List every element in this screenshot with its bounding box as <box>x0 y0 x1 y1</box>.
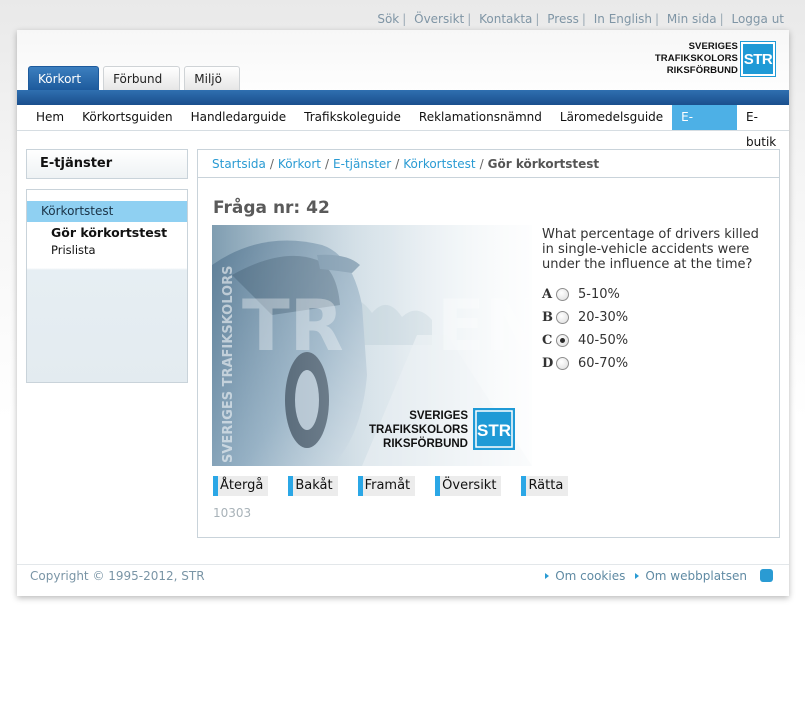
radio-button[interactable] <box>556 311 569 324</box>
separator: | <box>655 12 660 26</box>
answer-option-c[interactable]: C 40-50% <box>542 329 628 352</box>
nav-hem[interactable]: Hem <box>27 105 73 130</box>
breadcrumb-separator: / <box>324 157 330 171</box>
link-press[interactable]: Press <box>547 12 579 26</box>
footer-link-label: Om cookies <box>555 569 626 583</box>
link-kontakta[interactable]: Kontakta <box>479 12 532 26</box>
nav-laromedelsguide[interactable]: Läromedelsguide <box>551 105 672 130</box>
link-in-english[interactable]: In English <box>594 12 652 26</box>
breadcrumb-startsida[interactable]: Startsida <box>212 157 266 171</box>
separator: | <box>467 12 472 26</box>
share-icon[interactable] <box>760 569 773 582</box>
page-container: Körkort Förbund Miljö SVERIGES TRAFIKSKO… <box>17 30 789 596</box>
separator: | <box>402 12 407 26</box>
svg-text:SVERIGES: SVERIGES <box>409 410 468 422</box>
logo-line-2: TRAFIKSKOLORS <box>654 53 738 64</box>
tab-forbund[interactable]: Förbund <box>103 66 181 90</box>
previous-button[interactable]: Bakåt <box>288 476 338 496</box>
nav-e-butik[interactable]: E-butik <box>737 105 789 149</box>
question-number: Fråga nr: 42 <box>213 198 330 218</box>
next-button[interactable]: Framåt <box>357 476 416 496</box>
svg-text:STR: STR <box>477 421 511 440</box>
main-nav: Hem Körkortsguiden Handledarguide Trafik… <box>17 105 789 149</box>
breadcrumb-separator: / <box>479 157 484 171</box>
breadcrumb-korkort[interactable]: Körkort <box>278 157 321 171</box>
footer-link-webbplatsen[interactable]: Om webbplatsen <box>635 569 747 583</box>
nav-trafikskoleguide[interactable]: Trafikskoleguide <box>295 105 410 130</box>
answer-option-d[interactable]: D 60-70% <box>542 352 628 375</box>
breadcrumb-separator: / <box>269 157 274 171</box>
answer-options: A 5-10% B 20-30% C 40-50% D 60-70% <box>542 283 628 375</box>
nav-handledarguide[interactable]: Handledarguide <box>182 105 296 130</box>
link-logga-ut[interactable]: Logga ut <box>731 12 784 26</box>
quiz-buttons: Återgå Bakåt Framåt Översikt Rätta <box>213 476 588 496</box>
back-to-start-button[interactable]: Återgå <box>213 476 269 496</box>
sidebar-menu: Körkortstest Gör körkortstest Prislista <box>26 189 188 383</box>
svg-text:RIKSFÖRBUND: RIKSFÖRBUND <box>383 437 468 450</box>
radio-button-selected[interactable] <box>556 334 569 347</box>
nav-e-tjanster[interactable]: E-tjänster <box>672 105 738 149</box>
header-bar <box>17 90 789 105</box>
svg-text:TR: TR <box>242 285 344 367</box>
option-label: 40-50% <box>578 333 629 348</box>
option-letter: D <box>542 356 554 371</box>
sidebar-item-prislista[interactable]: Prislista <box>51 243 96 257</box>
breadcrumb-separator: / <box>395 157 400 171</box>
tab-korkort[interactable]: Körkort <box>28 66 100 90</box>
breadcrumb-e-tjanster[interactable]: E-tjänster <box>333 157 391 171</box>
nav-korkortsguiden[interactable]: Körkortsguiden <box>73 105 181 130</box>
overview-button[interactable]: Översikt <box>435 476 502 496</box>
answer-option-b[interactable]: B 20-30% <box>542 306 628 329</box>
separator: | <box>535 12 540 26</box>
str-logo[interactable]: SVERIGES TRAFIKSKOLORS RIKSFÖRBUND STR <box>655 41 776 77</box>
option-letter: C <box>542 333 553 348</box>
arrow-right-icon <box>635 573 640 579</box>
breadcrumb-korkortstest[interactable]: Körkortstest <box>403 157 475 171</box>
question-text: What percentage of drivers killed in sin… <box>542 227 759 272</box>
nav-reklamationsnamnd[interactable]: Reklamationsnämnd <box>410 105 551 130</box>
breadcrumb: Startsida / Körkort / E-tjänster / Körkortstes… <box>198 150 779 178</box>
link-sok[interactable]: Sök <box>377 12 399 26</box>
car-road-illustration: TR EN SVERIGES TRAFIKSKOLORS SVERIGES TR… <box>212 225 532 466</box>
footer-link-label: Om webbplatsen <box>645 569 747 583</box>
question-image: TR EN SVERIGES TRAFIKSKOLORS SVERIGES TR… <box>212 225 532 466</box>
grade-button[interactable]: Rätta <box>521 476 569 496</box>
str-logo-icon: STR <box>740 41 776 77</box>
svg-text:TRAFIKSKOLORS: TRAFIKSKOLORS <box>369 424 468 436</box>
radio-button[interactable] <box>556 288 569 301</box>
logo-line-3: RIKSFÖRBUND <box>666 65 738 76</box>
logo-text: SVERIGES TRAFIKSKOLORS RIKSFÖRBUND <box>655 41 738 77</box>
svg-text:EN: EN <box>437 285 532 367</box>
separator: | <box>581 12 586 26</box>
utility-links: Sök | Översikt | Kontakta | Press | In Engli… <box>377 12 784 26</box>
radio-button[interactable] <box>556 357 569 370</box>
section-tabs: Körkort Förbund Miljö <box>28 66 244 90</box>
link-min-sida[interactable]: Min sida <box>667 12 717 26</box>
option-label: 20-30% <box>578 310 629 325</box>
sidebar-title: E-tjänster <box>26 149 188 179</box>
question-code: 10303 <box>213 506 252 520</box>
sidebar-item-gor-korkortstest[interactable]: Gör körkortstest <box>51 225 167 240</box>
svg-text:SVERIGES TRAFIKSKOLORS: SVERIGES TRAFIKSKOLORS <box>221 266 236 463</box>
tab-miljo[interactable]: Miljö <box>184 66 240 90</box>
logo-line-1: SVERIGES <box>688 41 738 52</box>
footer-links: Om cookies Om webbplatsen <box>535 569 747 583</box>
arrow-right-icon <box>545 573 550 579</box>
option-label: 5-10% <box>578 287 620 302</box>
sidebar-item-korkortstest[interactable]: Körkortstest <box>27 201 187 222</box>
breadcrumb-current: Gör körkortstest <box>487 157 600 171</box>
footer: Copyright © 1995-2012, STR Om cookies Om… <box>17 564 789 596</box>
footer-link-cookies[interactable]: Om cookies <box>545 569 625 583</box>
copyright: Copyright © 1995-2012, STR <box>30 569 205 583</box>
main-content: Startsida / Körkort / E-tjänster / Körkortstes… <box>197 149 780 538</box>
separator: | <box>719 12 724 26</box>
option-label: 60-70% <box>578 356 629 371</box>
link-oversikt[interactable]: Översikt <box>414 12 464 26</box>
answer-option-a[interactable]: A 5-10% <box>542 283 628 306</box>
option-letter: A <box>542 287 553 302</box>
option-letter: B <box>542 310 553 325</box>
